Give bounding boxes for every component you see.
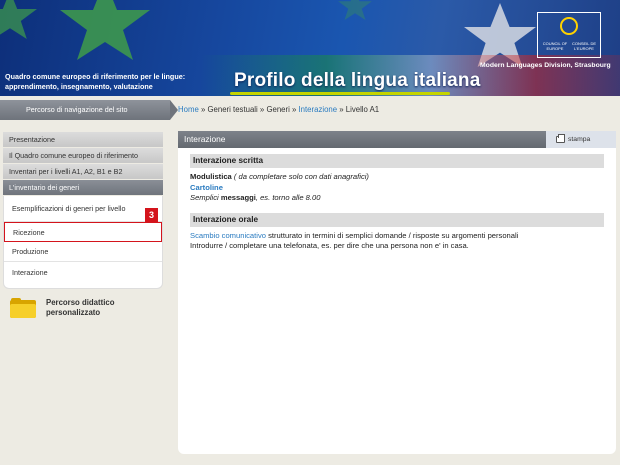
sidebar-item-inventari[interactable]: Inventari per i livelli A1, A2, B1 e B2 — [3, 164, 163, 179]
semplici-text: Semplici — [190, 193, 221, 202]
division-label: Modern Languages Division, Strasbourg — [480, 62, 611, 69]
breadcrumb-separator: » — [289, 105, 299, 114]
percorso-line-2: personalizzato — [46, 308, 101, 317]
site-banner: Quadro comune europeo di riferimento per… — [0, 0, 620, 96]
percorso-line-1: Percorso didattico — [46, 298, 115, 307]
sidebar-item-inventario-generi[interactable]: L'inventario dei generi — [3, 180, 163, 195]
breadcrumb-interazione-link[interactable]: Interazione — [299, 105, 338, 114]
scambio-description: strutturato in termini di semplici doman… — [265, 230, 519, 240]
site-navigation-label: Percorso di navigazione del sito — [0, 100, 178, 120]
sidebar-submenu: Esemplificazioni di generi per livello R… — [3, 196, 163, 289]
main-content: Interazione stampa Interazione scritta M… — [178, 131, 616, 454]
print-label: stampa — [568, 136, 591, 143]
eu-star-icon — [338, 0, 372, 20]
sidebar: Presentazione Il Quadro comune europeo d… — [3, 132, 163, 289]
eu-star-icon — [0, 0, 37, 39]
folder-icon — [10, 298, 36, 318]
sidebar-subitem-produzione[interactable]: Produzione — [4, 242, 162, 262]
eu-star-icon — [60, 0, 150, 60]
breadcrumb-current: Livello A1 — [345, 105, 380, 114]
step-number-badge: 3 — [145, 208, 158, 222]
tagline-line-2: apprendimento, insegnamento, valutazione — [5, 82, 153, 91]
cartoline-link[interactable]: Cartoline — [190, 183, 223, 192]
breadcrumb-generi-testuali: Generi testuali — [207, 105, 258, 114]
main-panel-header: Interazione stampa — [178, 131, 616, 148]
section-body-interazione-orale: Scambio comunicativo strutturato in term… — [190, 231, 604, 252]
semplici-example-text: , es. torno alle 8.00 — [255, 193, 321, 202]
coe-logo-right-text: CONSEIL DE L'EUROPE — [571, 41, 597, 51]
sidebar-subitem-interazione[interactable]: Interazione — [4, 262, 162, 282]
title-underline — [230, 92, 450, 95]
coe-logo-left-text: COUNCIL OF EUROPE — [542, 41, 568, 51]
messaggi-text: messaggi — [220, 193, 256, 202]
site-tagline: Quadro comune europeo di riferimento per… — [5, 72, 185, 92]
scambio-comunicativo-link[interactable]: Scambio comunicativo — [190, 231, 266, 240]
section-heading-interazione-orale: Interazione orale — [190, 212, 604, 227]
modulistica-label: Modulistica — [190, 172, 232, 181]
sidebar-subitem-esemplificazioni[interactable]: Esemplificazioni di generi per livello — [4, 196, 162, 222]
scambio-line: Scambio comunicativo strutturato in term… — [190, 231, 604, 242]
coe-logo-icon — [560, 17, 578, 35]
section-body-interazione-scritta: Modulistica ( da completare solo con dat… — [190, 172, 604, 204]
semplici-messaggi-line: Semplici messaggi, es. torno alle 8.00 — [190, 193, 604, 204]
breadcrumb-home-link[interactable]: Home — [178, 105, 199, 114]
sidebar-item-quadro-comune[interactable]: Il Quadro comune europeo di riferimento — [3, 148, 163, 163]
section-heading-interazione-scritta: Interazione scritta — [190, 154, 604, 168]
percorso-didattico-label: Percorso didattico personalizzato — [46, 298, 114, 318]
breadcrumb-separator: » — [337, 105, 346, 114]
percorso-didattico-link[interactable]: Percorso didattico personalizzato — [10, 298, 114, 318]
council-of-europe-logo: COUNCIL OF EUROPE CONSEIL DE L'EUROPE — [537, 12, 601, 58]
sidebar-subitem-ricezione[interactable]: Ricezione — [4, 222, 162, 242]
site-title: Profilo della lingua italiana — [234, 70, 481, 91]
breadcrumb-generi: Generi — [266, 105, 290, 114]
printer-icon — [556, 134, 565, 143]
modulistica-note: ( da completare solo con dati anagrafici… — [231, 172, 369, 181]
telefonata-line: Introdurre / completare una telefonata, … — [190, 241, 469, 250]
sidebar-item-presentazione[interactable]: Presentazione — [3, 132, 163, 147]
print-button[interactable]: stampa — [546, 131, 616, 148]
page-title: Interazione — [184, 134, 226, 144]
tagline-line-1: Quadro comune europeo di riferimento per… — [5, 72, 186, 81]
breadcrumb: Home » Generi testuali » Generi » Intera… — [178, 100, 379, 120]
modulistica-line: Modulistica ( da completare solo con dat… — [190, 172, 604, 183]
